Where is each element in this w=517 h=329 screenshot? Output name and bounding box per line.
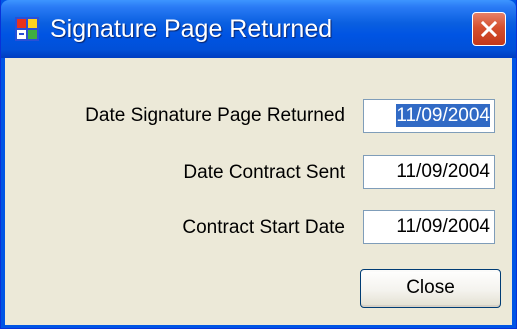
date-signature-page-returned-field[interactable]: 11/09/2004 bbox=[363, 99, 495, 133]
windows-form-icon bbox=[15, 17, 39, 41]
close-button[interactable]: Close bbox=[360, 269, 501, 308]
date-contract-sent-label: Date Contract Sent bbox=[183, 162, 345, 183]
title-bar[interactable]: Signature Page Returned bbox=[1, 0, 516, 58]
contract-start-date-field[interactable]: 11/09/2004 bbox=[363, 210, 495, 244]
dialog-window: Signature Page Returned Date Signature P… bbox=[0, 0, 517, 329]
close-x-icon bbox=[480, 20, 498, 38]
date-contract-sent-field[interactable]: 11/09/2004 bbox=[363, 155, 495, 189]
date-signature-page-returned-value: 11/09/2004 bbox=[396, 104, 490, 127]
window-title: Signature Page Returned bbox=[50, 15, 333, 43]
window-close-button[interactable] bbox=[472, 12, 506, 46]
dialog-body: Date Signature Page Returned 11/09/2004 … bbox=[5, 58, 512, 325]
date-signature-page-returned-label: Date Signature Page Returned bbox=[85, 105, 345, 126]
contract-start-date-label: Contract Start Date bbox=[182, 217, 345, 238]
